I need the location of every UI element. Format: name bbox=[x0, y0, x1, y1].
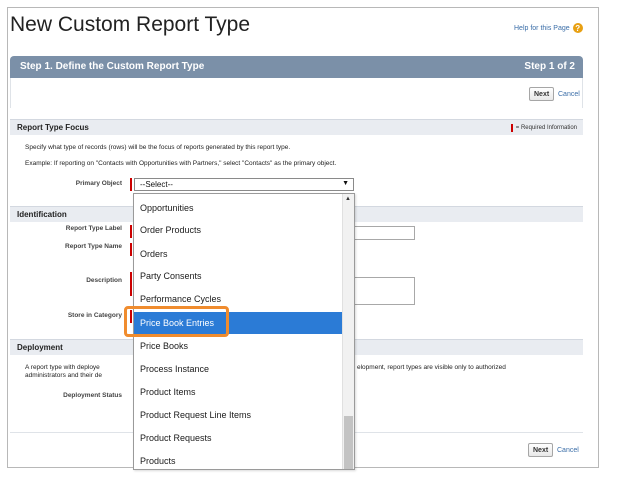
dropdown-option-price-books[interactable]: Price Books bbox=[140, 341, 188, 351]
focus-example: Example: If reporting on "Contacts with … bbox=[25, 160, 337, 167]
dropdown-option-orders[interactable]: Orders bbox=[140, 249, 168, 259]
step-indicator: Step 1 of 2 bbox=[524, 61, 575, 72]
help-icon[interactable]: ? bbox=[572, 23, 583, 33]
top-button-bar: Next Cancel bbox=[10, 78, 583, 108]
dropdown-option-process-instance[interactable]: Process Instance bbox=[140, 364, 209, 374]
dropdown-arrow-icon[interactable]: ▼ bbox=[342, 180, 349, 187]
page-title: New Custom Report Type bbox=[10, 13, 251, 36]
dropdown-option-product-requests[interactable]: Product Requests bbox=[140, 433, 212, 443]
primary-object-value: --Select-- bbox=[140, 180, 173, 189]
dropdown-option-product-items[interactable]: Product Items bbox=[140, 387, 196, 397]
help-link[interactable]: Help for this Page ? bbox=[514, 23, 583, 33]
dropdown-option-products[interactable]: Products bbox=[140, 456, 176, 466]
cancel-link-top[interactable]: Cancel bbox=[558, 91, 580, 98]
cancel-link-bottom[interactable]: Cancel bbox=[557, 447, 579, 454]
report-type-name-label: Report Type Name bbox=[65, 243, 122, 250]
store-in-category-label: Store in Category bbox=[67, 312, 122, 319]
primary-object-label: Primary Object bbox=[75, 180, 122, 187]
primary-object-select[interactable]: --Select-- ▼ bbox=[134, 178, 354, 191]
required-marker-icon bbox=[130, 178, 132, 191]
dropdown-option-performance-cycles[interactable]: Performance Cycles bbox=[140, 294, 221, 304]
report-type-label-input[interactable] bbox=[345, 226, 415, 240]
deployment-status-label: Deployment Status bbox=[63, 392, 122, 399]
required-legend-text: = Required Information bbox=[515, 125, 577, 131]
dropdown-option-order-products[interactable]: Order Products bbox=[140, 225, 201, 235]
report-type-focus-header: Report Type Focus = Required Information bbox=[10, 119, 583, 135]
description-textarea[interactable] bbox=[345, 277, 415, 305]
next-button-bottom[interactable]: Next bbox=[528, 443, 554, 457]
dropdown-scrollbar[interactable]: ▲ bbox=[342, 194, 354, 469]
deployment-text-right: elopment, report types are visible only … bbox=[357, 364, 506, 371]
dropdown-option-party-consents[interactable]: Party Consents bbox=[140, 271, 202, 281]
report-type-focus-heading: Report Type Focus bbox=[17, 123, 89, 132]
orange-highlight-box bbox=[124, 306, 229, 337]
next-button-top[interactable]: Next bbox=[529, 87, 555, 101]
step-title: Step 1. Define the Custom Report Type bbox=[20, 61, 205, 72]
deployment-text-left-2: administrators and their de bbox=[25, 372, 102, 379]
required-legend: = Required Information bbox=[510, 124, 577, 132]
required-marker-icon bbox=[510, 124, 513, 132]
required-marker-icon bbox=[130, 272, 132, 296]
report-type-label-label: Report Type Label bbox=[65, 225, 122, 232]
help-link-label[interactable]: Help for this Page bbox=[514, 25, 570, 32]
dropdown-option-product-request-line-items[interactable]: Product Request Line Items bbox=[140, 410, 251, 420]
focus-instruction: Specify what type of records (rows) will… bbox=[25, 144, 291, 151]
deployment-heading: Deployment bbox=[17, 343, 63, 352]
required-marker-icon bbox=[130, 225, 132, 238]
dropdown-option-opportunities[interactable]: Opportunities bbox=[140, 203, 194, 213]
required-marker-icon bbox=[130, 243, 132, 256]
description-label: Description bbox=[86, 277, 122, 284]
identification-heading: Identification bbox=[17, 210, 67, 219]
deployment-text-left-1: A report type with deploye bbox=[25, 364, 100, 371]
scroll-up-arrow-icon[interactable]: ▲ bbox=[345, 196, 351, 202]
step-header: Step 1. Define the Custom Report Type St… bbox=[10, 56, 583, 78]
scrollbar-thumb[interactable] bbox=[344, 416, 353, 469]
